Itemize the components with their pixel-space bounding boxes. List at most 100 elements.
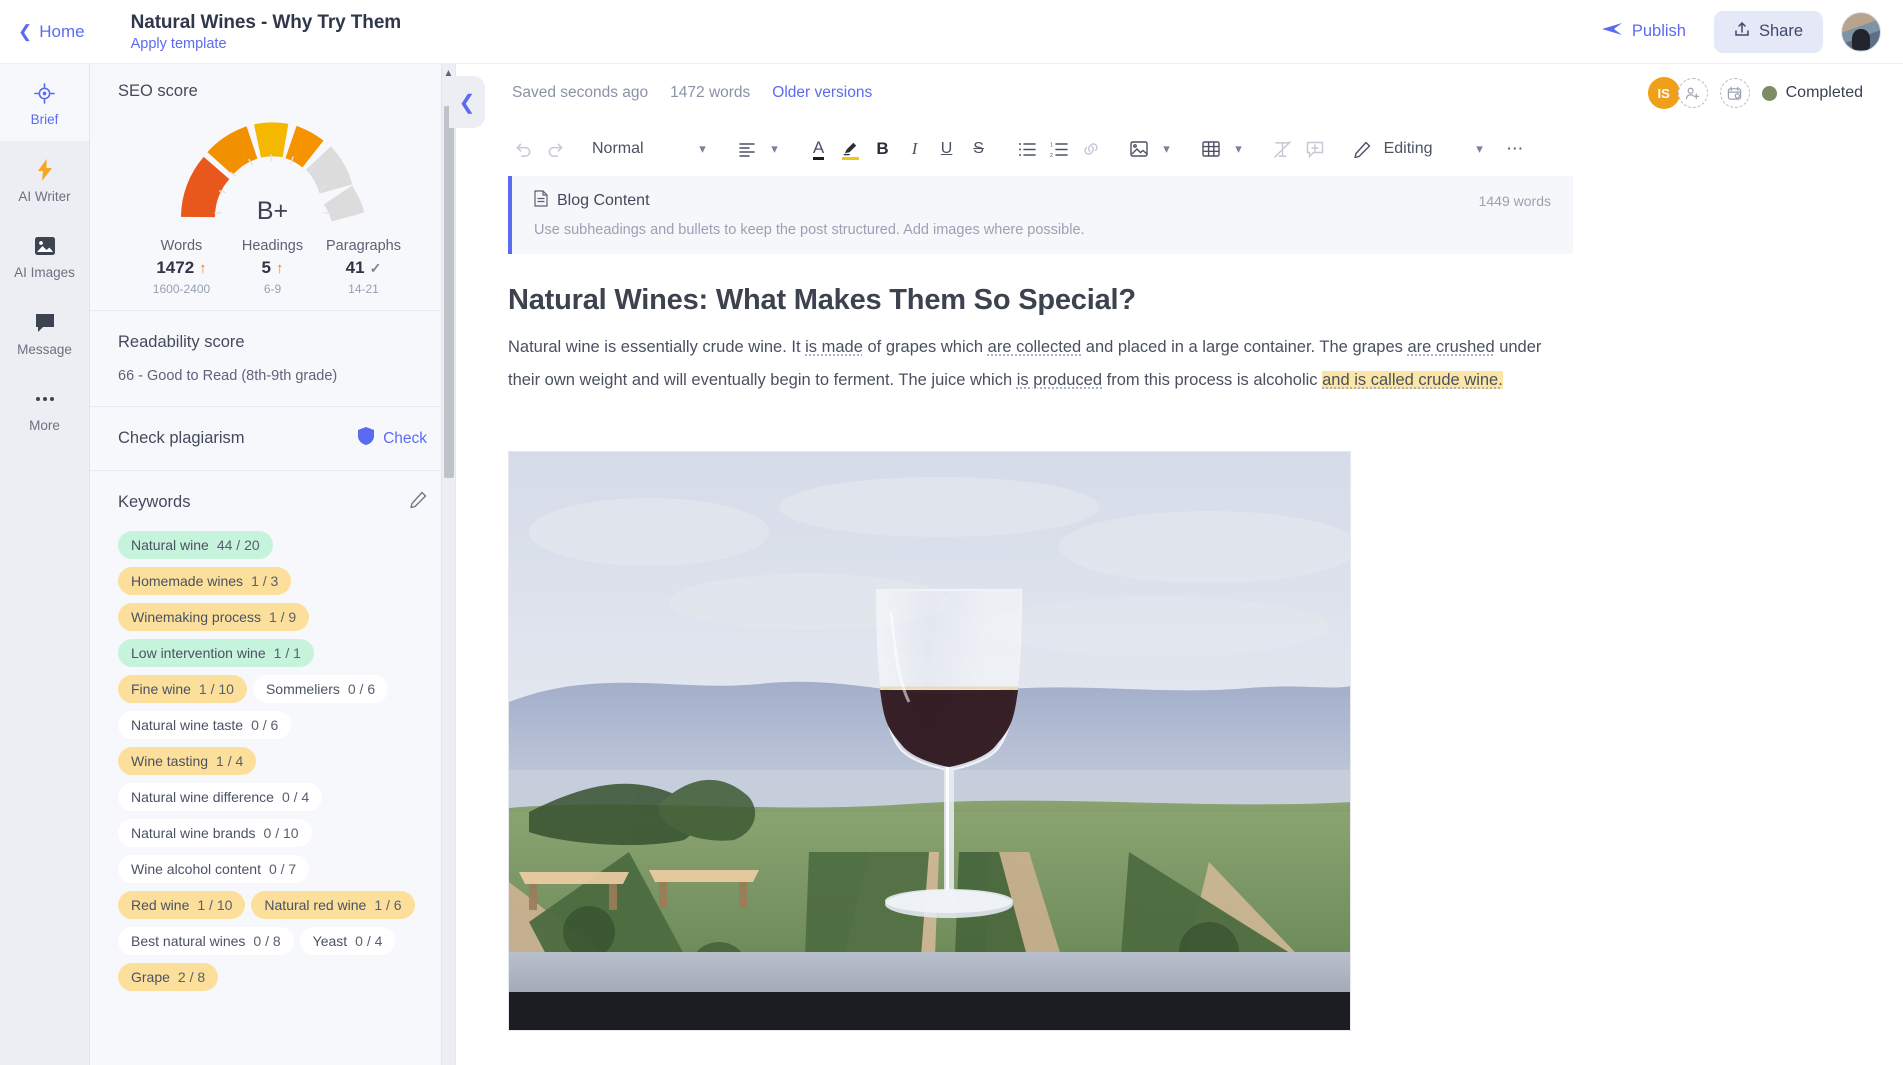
bulleted-list-icon[interactable] <box>1012 134 1042 164</box>
keyword-chip[interactable]: Wine tasting 1 / 4 <box>118 747 257 775</box>
edit-keywords-button[interactable] <box>410 491 427 513</box>
underline-icon[interactable]: U <box>932 134 962 164</box>
keyword-chip-label: Natural wine <box>131 537 209 553</box>
keyword-chip-count: 0 / 4 <box>281 789 310 805</box>
scrollbar-thumb[interactable] <box>444 106 454 478</box>
stat-value: 5 <box>261 258 271 277</box>
highlight-color-icon[interactable] <box>836 134 866 164</box>
status-badge[interactable]: Completed <box>1761 84 1863 102</box>
chevron-left-icon: ❮ <box>18 22 33 41</box>
keyword-chip[interactable]: Natural wine brands 0 / 10 <box>118 819 312 847</box>
keyword-chip[interactable]: Natural wine difference 0 / 4 <box>118 783 323 811</box>
collaborator-avatar[interactable]: IS <box>1647 77 1680 109</box>
numbered-list-icon[interactable]: 1 2 <box>1044 134 1074 164</box>
svg-text:2: 2 <box>1050 153 1053 157</box>
sidebar-item-ai-writer[interactable]: AI Writer <box>0 141 89 218</box>
italic-icon[interactable]: I <box>900 134 930 164</box>
bold-icon[interactable]: B <box>868 134 898 164</box>
undo-icon[interactable] <box>508 134 538 164</box>
share-button[interactable]: Share <box>1713 10 1823 53</box>
main-body: Brief AI Writer AI Images Message More S… <box>0 64 1903 1065</box>
apply-template-link[interactable]: Apply template <box>131 36 401 52</box>
align-icon[interactable] <box>732 134 762 164</box>
document-canvas[interactable]: Blog Content 1449 words Use subheadings … <box>456 176 1903 1065</box>
keyword-chip-label: Natural wine difference <box>131 789 274 805</box>
link-icon[interactable] <box>1076 134 1106 164</box>
blog-content-hint: Use subheadings and bullets to keep the … <box>534 222 1085 238</box>
paragraph-style-select[interactable]: Normal <box>588 140 648 158</box>
stat-range: 6-9 <box>263 282 282 296</box>
keyword-chip[interactable]: Wine alcohol content 0 / 7 <box>118 855 310 883</box>
chevron-down-icon[interactable]: ▾ <box>692 134 714 164</box>
keyword-chip[interactable]: Natural wine taste 0 / 6 <box>118 711 292 739</box>
keyword-chip-count: 0 / 8 <box>253 933 281 949</box>
strikethrough-icon[interactable]: S <box>964 134 994 164</box>
keyword-chip[interactable]: Grape 2 / 8 <box>118 963 219 991</box>
article-paragraph[interactable]: Natural wine is essentially crude wine. … <box>508 331 1558 397</box>
keyword-chip-label: Low intervention wine <box>131 645 266 661</box>
chevron-down-icon[interactable]: ▾ <box>764 134 786 164</box>
chevron-down-icon[interactable]: ▾ <box>1468 134 1490 164</box>
plagiarism-check-button[interactable]: Check <box>358 427 427 450</box>
chevron-down-icon[interactable]: ▾ <box>1228 134 1250 164</box>
keyword-chip[interactable]: Best natural wines 0 / 8 <box>118 927 294 955</box>
chat-bubble-icon <box>34 312 56 334</box>
readability-value: 66 - Good to Read (8th-9th grade) <box>118 368 338 384</box>
stat-label: Headings <box>241 238 304 254</box>
keywords-title: Keywords <box>118 492 191 511</box>
user-avatar[interactable] <box>1841 11 1881 52</box>
sidebar-item-more[interactable]: More <box>0 370 89 447</box>
add-comment-icon[interactable] <box>1300 134 1330 164</box>
arrow-up-icon: ↑ <box>275 259 284 277</box>
stat-label: Paragraphs <box>326 238 401 254</box>
keyword-chip-label: Yeast <box>312 933 348 949</box>
keyword-chip[interactable]: Natural wine 44 / 20 <box>118 531 273 559</box>
brief-panel: SEO score B+ Words 1472 ↑ 1600-2400 Head… <box>90 64 456 1065</box>
add-collaborator-button[interactable] <box>1677 78 1708 108</box>
older-versions-link[interactable]: Older versions <box>772 84 872 102</box>
keyword-chip[interactable]: Sommeliers 0 / 6 <box>252 675 389 703</box>
blog-content-card[interactable]: Blog Content 1449 words Use subheadings … <box>508 176 1573 254</box>
text-color-icon[interactable]: A <box>804 134 834 164</box>
stat-value-row: 41 ✓ <box>318 258 409 278</box>
panel-scrollbar[interactable]: ▲ <box>441 64 455 1065</box>
chevron-down-icon[interactable]: ▾ <box>1156 134 1178 164</box>
insert-table-icon[interactable] <box>1196 134 1226 164</box>
send-icon <box>1601 21 1623 42</box>
keyword-chip[interactable]: Winemaking process 1 / 9 <box>118 603 310 631</box>
sidebar-item-message[interactable]: Message <box>0 294 89 371</box>
home-back-link[interactable]: ❮ Home <box>18 22 85 42</box>
keyword-chip[interactable]: Natural red wine 1 / 6 <box>251 891 415 919</box>
stat-headings: Headings 5 ↑ 6-9 <box>227 238 318 296</box>
sidebar-item-brief[interactable]: Brief <box>0 64 89 141</box>
article-heading[interactable]: Natural Wines: What Makes Them So Specia… <box>508 284 1496 317</box>
keyword-chip-label: Wine tasting <box>131 753 209 769</box>
clear-formatting-icon[interactable] <box>1268 134 1298 164</box>
insert-image-icon[interactable] <box>1124 134 1154 164</box>
keyword-chip[interactable]: Fine wine 1 / 10 <box>118 675 247 703</box>
keyword-chip[interactable]: Red wine 1 / 10 <box>118 891 246 919</box>
readability-title: Readability score <box>118 333 245 351</box>
more-options-icon[interactable]: ⋯ <box>1500 134 1530 164</box>
redo-icon[interactable] <box>540 134 570 164</box>
schedule-button[interactable] <box>1719 78 1750 108</box>
keyword-chip-label: Best natural wines <box>131 933 246 949</box>
keyword-chip-count: 0 / 7 <box>268 861 297 877</box>
article-hero-image[interactable] <box>508 451 1351 1031</box>
sidebar-item-ai-images[interactable]: AI Images <box>0 217 89 294</box>
keyword-chip-label: Red wine <box>131 897 190 913</box>
sidebar-item-label: AI Writer <box>18 188 71 204</box>
keyword-chip[interactable]: Homemade wines 1 / 3 <box>118 567 292 595</box>
collapse-panel-button[interactable]: ❮ <box>449 76 485 128</box>
editing-mode-icon[interactable] <box>1348 134 1378 164</box>
sidebar-item-label: AI Images <box>14 265 75 280</box>
publish-button[interactable]: Publish <box>1591 13 1696 50</box>
article-text-run: of grapes which <box>862 338 988 356</box>
keyword-chip[interactable]: Low intervention wine 1 / 1 <box>118 639 314 667</box>
saved-status-text: Saved seconds ago <box>512 84 649 101</box>
keywords-section: Keywords Natural wine 44 / 20 Homemade win… <box>90 470 455 1005</box>
editing-mode-label[interactable]: Editing <box>1380 140 1437 158</box>
seo-gauge: B+ <box>118 109 427 234</box>
stat-value-row: 1472 ↑ <box>136 258 227 278</box>
keyword-chip[interactable]: Yeast 0 / 4 <box>299 927 396 955</box>
